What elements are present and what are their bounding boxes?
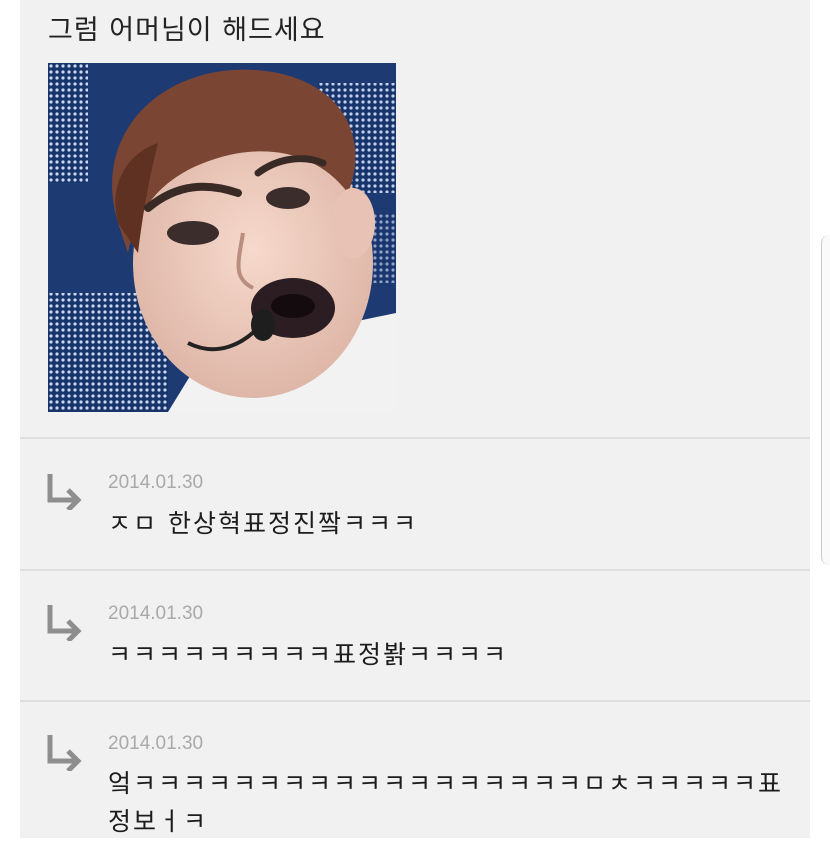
reply-date: 2014.01.30 (108, 603, 204, 624)
reply-arrow-icon (47, 605, 82, 641)
scrollbar-edge[interactable] (821, 235, 830, 565)
reply-text: 엌ㅋㅋㅋㅋㅋㅋㅋㅋㅋㅋㅋㅋㅋㅋㅋㅋㅋㅋㅁㅊㅋㅋㅋㅋㅋ표정보ㅓㅋ (108, 769, 784, 836)
photo-illustration (48, 63, 396, 412)
post-photo[interactable] (48, 63, 396, 412)
reply-date: 2014.01.30 (108, 472, 204, 493)
reply-arrow-icon (47, 735, 82, 771)
reply-date: 2014.01.30 (108, 733, 204, 754)
divider (20, 437, 810, 439)
reply-text: ㅋㅋㅋㅋㅋㅋㅋㅋㅋ표정봙ㅋㅋㅋㅋ (108, 640, 509, 669)
divider (20, 700, 810, 702)
divider (20, 569, 810, 571)
reply-arrow-icon (47, 474, 82, 510)
reply-text: ㅈㅁ 한상혁표정진짴ㅋㅋㅋ (108, 509, 418, 538)
post-text: 그럼 어머님이 해드세요 (48, 15, 326, 46)
